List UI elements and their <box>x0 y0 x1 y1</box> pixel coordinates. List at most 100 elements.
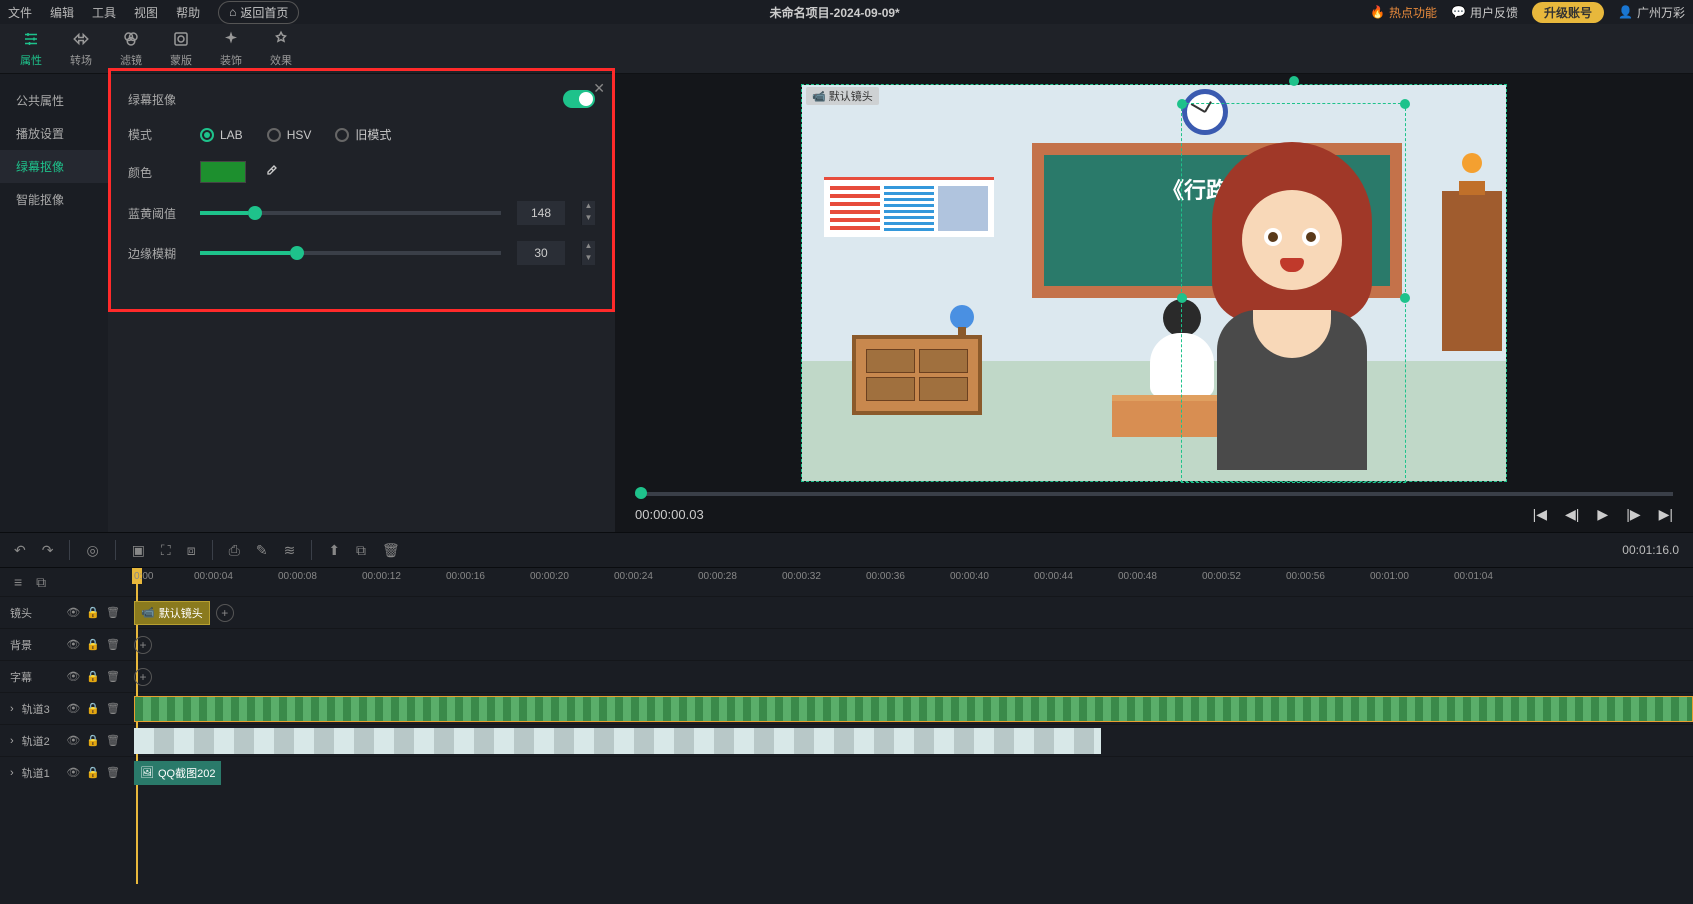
playback-bar: 00:00:00.03 |◀ ◀| ▶ |▶ ▶| <box>615 482 1693 532</box>
trash-icon[interactable]: 🗑 <box>106 766 120 779</box>
close-icon[interactable]: ✕ <box>593 80 605 97</box>
select-tool[interactable]: ▣ <box>132 542 145 559</box>
return-home-button[interactable]: ⌂ 返回首页 <box>218 1 299 24</box>
sidebar-item-public[interactable]: 公共属性 <box>0 84 108 117</box>
eyedropper-icon[interactable] <box>262 164 278 180</box>
lock-icon[interactable]: 🔒 <box>86 670 100 683</box>
expand-icon[interactable]: › <box>10 767 14 779</box>
prev-frame-button[interactable]: ◀| <box>1565 506 1579 523</box>
lock-icon[interactable]: 🔒 <box>86 606 100 619</box>
track3-clip[interactable] <box>134 696 1693 722</box>
camera-label: 📹 默认镜头 <box>806 87 879 105</box>
play-button[interactable]: ▶ <box>1597 506 1608 523</box>
go-end-button[interactable]: ▶| <box>1659 506 1673 523</box>
threshold-down[interactable]: ▼ <box>581 213 595 225</box>
handle-top-right[interactable] <box>1400 99 1410 109</box>
menu-file[interactable]: 文件 <box>8 4 32 21</box>
track-copy-icon[interactable]: ⧉ <box>36 574 46 591</box>
layers-button[interactable]: ≋ <box>284 542 296 559</box>
export-button[interactable]: ⬆ <box>328 542 340 559</box>
properties-panel: ✕ 绿幕抠像 模式 LAB HSV 旧模式 颜色 蓝黄阈值 <box>108 74 615 532</box>
marker-button[interactable]: ◎ <box>86 542 98 559</box>
handle-rotate[interactable] <box>1289 76 1299 86</box>
go-start-button[interactable]: |◀ <box>1533 506 1547 523</box>
radio-label: HSV <box>287 128 312 142</box>
handle-mid-right[interactable] <box>1400 293 1410 303</box>
sidebar-item-greenscreen[interactable]: 绿幕抠像 <box>0 150 108 183</box>
tab-properties[interactable]: 属性 <box>20 30 42 68</box>
feedback-button[interactable]: 💬 用户反馈 <box>1451 4 1518 21</box>
visibility-icon[interactable]: 👁 <box>66 606 80 619</box>
delete-button[interactable]: 🗑 <box>382 542 400 559</box>
sidebar-item-playback[interactable]: 播放设置 <box>0 117 108 150</box>
sidebar-item-smart-cutout[interactable]: 智能抠像 <box>0 183 108 216</box>
add-clip-button[interactable]: + <box>134 636 152 654</box>
lock-icon[interactable]: 🔒 <box>86 766 100 779</box>
menu-help[interactable]: 帮助 <box>176 4 200 21</box>
track-1-label: 轨道1 <box>22 765 59 781</box>
handle-top-left[interactable] <box>1177 99 1187 109</box>
visibility-icon[interactable]: 👁 <box>66 766 80 779</box>
selection-box[interactable] <box>1181 103 1406 483</box>
menu-edit[interactable]: 编辑 <box>50 4 74 21</box>
preview-scrubber[interactable] <box>635 492 1673 496</box>
track2-clip[interactable] <box>134 728 1101 754</box>
radio-old[interactable]: 旧模式 <box>335 126 391 143</box>
lock-icon[interactable]: 🔒 <box>86 702 100 715</box>
track-menu-icon[interactable]: ≡ <box>14 574 22 590</box>
user-account[interactable]: 👤 广州万彩 <box>1618 4 1685 21</box>
threshold-input[interactable] <box>517 201 565 225</box>
snapshot-button[interactable]: ⎙ <box>229 542 240 559</box>
visibility-icon[interactable]: 👁 <box>66 638 80 651</box>
preview-canvas[interactable]: 《行路难》 --李白 📹 <box>801 84 1507 482</box>
track1-clip[interactable]: 🖼QQ截图202 <box>134 761 221 785</box>
color-swatch[interactable] <box>200 161 246 183</box>
tab-transition[interactable]: 转场 <box>70 30 92 68</box>
blur-slider[interactable] <box>200 251 501 255</box>
split-tool[interactable]: ⧈ <box>187 542 196 559</box>
tab-effect[interactable]: 效果 <box>270 30 292 68</box>
add-clip-button[interactable]: + <box>216 604 234 622</box>
visibility-icon[interactable]: 👁 <box>66 702 80 715</box>
radio-hsv[interactable]: HSV <box>267 126 312 143</box>
greenscreen-toggle[interactable] <box>563 90 595 108</box>
trash-icon[interactable]: 🗑 <box>106 702 120 715</box>
expand-icon[interactable]: › <box>10 735 14 747</box>
ruler-tick: 00:00:52 <box>1202 571 1241 582</box>
trash-icon[interactable]: 🗑 <box>106 606 120 619</box>
threshold-slider[interactable] <box>200 211 501 215</box>
blur-input[interactable] <box>517 241 565 265</box>
lock-icon[interactable]: 🔒 <box>86 734 100 747</box>
visibility-icon[interactable]: 👁 <box>66 670 80 683</box>
menu-tool[interactable]: 工具 <box>92 4 116 21</box>
trash-icon[interactable]: 🗑 <box>106 670 120 683</box>
tab-mask[interactable]: 蒙版 <box>170 30 192 68</box>
undo-button[interactable]: ↶ <box>14 542 26 559</box>
trash-icon[interactable]: 🗑 <box>106 638 120 651</box>
handle-mid-left[interactable] <box>1177 293 1187 303</box>
upgrade-button[interactable]: 升级账号 <box>1532 2 1604 23</box>
sliders-icon <box>22 30 40 48</box>
tab-decorate[interactable]: 装饰 <box>220 30 242 68</box>
shot-clip[interactable]: 📹默认镜头 <box>134 601 210 625</box>
threshold-up[interactable]: ▲ <box>581 201 595 213</box>
tab-filter[interactable]: 滤镜 <box>120 30 142 68</box>
timeline-ruler[interactable]: 0:00 00:00:04 00:00:08 00:00:12 00:00:16… <box>130 568 1693 596</box>
blur-down[interactable]: ▼ <box>581 253 595 265</box>
ruler-tick: 00:00:28 <box>698 571 737 582</box>
hot-feature-button[interactable]: 🔥 热点功能 <box>1370 4 1437 21</box>
radio-lab[interactable]: LAB <box>200 126 243 143</box>
expand-icon[interactable]: › <box>10 703 14 715</box>
redo-button[interactable]: ↷ <box>42 542 54 559</box>
ruler-tick: 00:00:40 <box>950 571 989 582</box>
crop-tool[interactable]: ⛶ <box>161 542 171 559</box>
next-frame-button[interactable]: |▶ <box>1626 506 1640 523</box>
lock-icon[interactable]: 🔒 <box>86 638 100 651</box>
edit-button[interactable]: ✎ <box>256 542 268 559</box>
copy-button[interactable]: ⧉ <box>356 542 366 559</box>
visibility-icon[interactable]: 👁 <box>66 734 80 747</box>
menu-view[interactable]: 视图 <box>134 4 158 21</box>
blur-up[interactable]: ▲ <box>581 241 595 253</box>
trash-icon[interactable]: 🗑 <box>106 734 120 747</box>
add-clip-button[interactable]: + <box>134 668 152 686</box>
